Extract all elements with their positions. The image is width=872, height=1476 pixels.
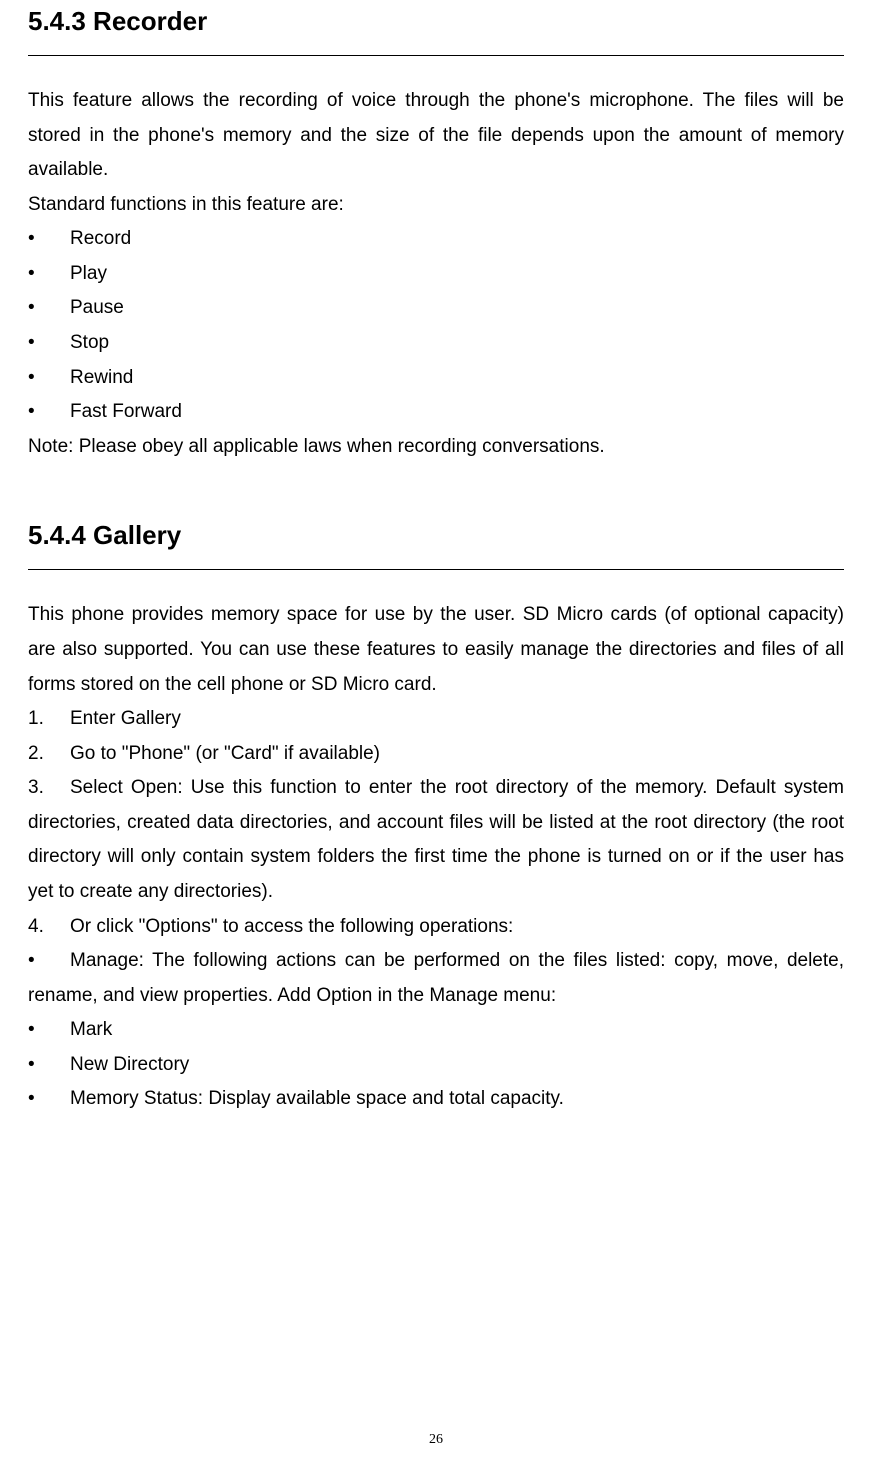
bullet-item: •New Directory: [28, 1048, 844, 1083]
recorder-functions-intro: Standard functions in this feature are:: [28, 188, 844, 223]
bullet-text: Rewind: [70, 367, 133, 388]
bullet-text: Memory Status: Display available space a…: [70, 1088, 564, 1109]
bullet-item: •Pause: [28, 291, 844, 326]
bullet-text: Pause: [70, 297, 124, 318]
step-text: Select Open: Use this function to enter …: [28, 777, 844, 902]
recorder-note: Note: Please obey all applicable laws wh…: [28, 430, 844, 465]
bullet-text: Fast Forward: [70, 401, 182, 422]
gallery-description: This phone provides memory space for use…: [28, 598, 844, 702]
bullet-text: New Directory: [70, 1054, 189, 1075]
bullet-item: •Stop: [28, 326, 844, 361]
step-item: 3.Select Open: Use this function to ente…: [28, 771, 844, 909]
page-number: 26: [0, 1432, 872, 1448]
bullet-item: •Memory Status: Display available space …: [28, 1082, 844, 1117]
step-item: 2.Go to "Phone" (or "Card" if available): [28, 737, 844, 772]
step-item: 1.Enter Gallery: [28, 702, 844, 737]
bullet-text: Record: [70, 228, 131, 249]
section-heading-recorder: 5.4.3 Recorder: [28, 0, 844, 56]
step-text: Go to "Phone" (or "Card" if available): [70, 743, 380, 764]
bullet-item: •Play: [28, 257, 844, 292]
step-item: 4.Or click "Options" to access the follo…: [28, 910, 844, 945]
bullet-item: •Fast Forward: [28, 395, 844, 430]
bullet-text: Mark: [70, 1019, 112, 1040]
step-text: Or click "Options" to access the followi…: [70, 916, 513, 937]
section-heading-gallery: 5.4.4 Gallery: [28, 464, 844, 570]
manage-text: Manage: The following actions can be per…: [28, 950, 844, 1006]
bullet-item: •Rewind: [28, 361, 844, 396]
bullet-text: Stop: [70, 332, 109, 353]
bullet-item: •Record: [28, 222, 844, 257]
recorder-description: This feature allows the recording of voi…: [28, 84, 844, 188]
bullet-item: •Mark: [28, 1013, 844, 1048]
bullet-text: Play: [70, 263, 107, 284]
manage-item: •Manage: The following actions can be pe…: [28, 944, 844, 1013]
step-text: Enter Gallery: [70, 708, 181, 729]
